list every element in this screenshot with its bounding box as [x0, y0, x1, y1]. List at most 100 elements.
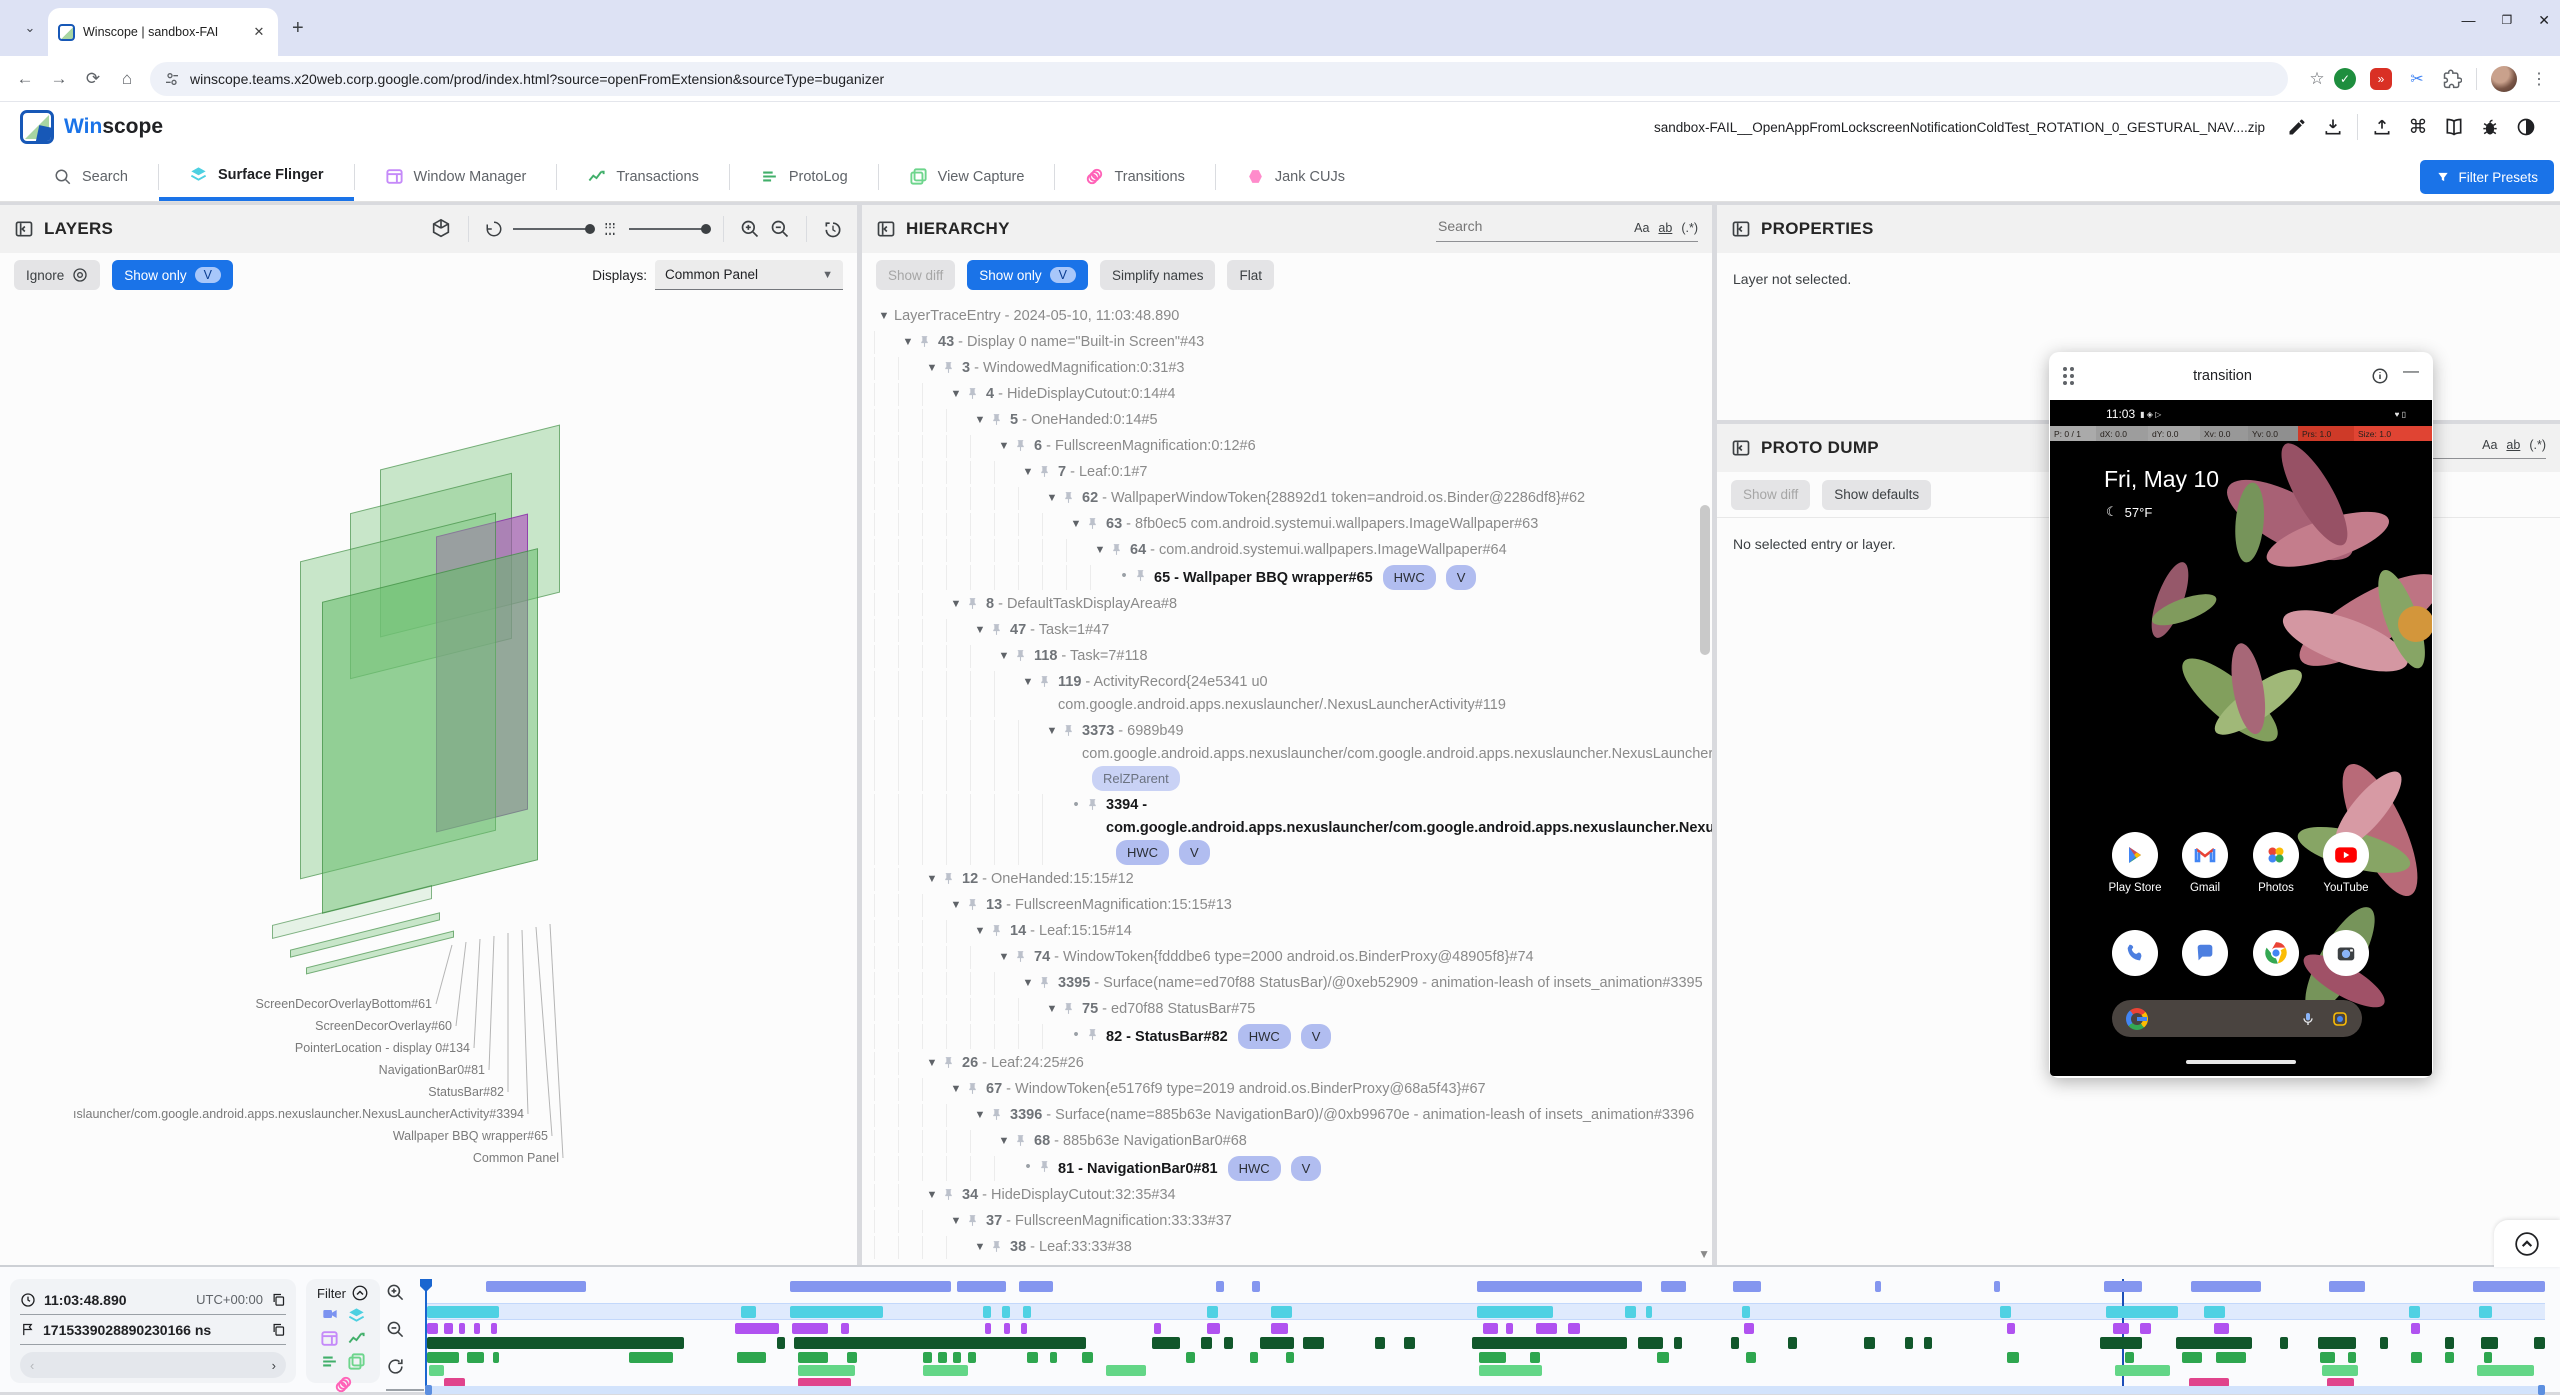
trace-segment-surface-flinger[interactable]	[1477, 1306, 1553, 1318]
pin-icon[interactable]	[1086, 1024, 1106, 1041]
expand-caret-icon[interactable]: ▼	[970, 1104, 990, 1127]
tree-node[interactable]: ▼7 - Leaf:0:1#7	[874, 459, 1708, 485]
trace-segment-protolog[interactable]	[2348, 1352, 2356, 1363]
trace-segment-transactions[interactable]	[427, 1337, 684, 1349]
trace-segment-transactions[interactable]	[2445, 1337, 2453, 1349]
expand-caret-icon[interactable]: ▼	[946, 1210, 966, 1233]
trace-segment-protolog[interactable]	[1530, 1352, 1541, 1363]
trace-segment-screen-recording[interactable]	[2104, 1281, 2142, 1292]
pin-icon[interactable]	[1062, 487, 1082, 504]
trace-segment-protolog[interactable]	[629, 1352, 674, 1363]
pin-icon[interactable]	[1110, 539, 1130, 556]
trace-segment-view-capture[interactable]	[798, 1365, 855, 1376]
expand-caret-icon[interactable]: ▼	[898, 331, 918, 354]
trace-segment-protolog[interactable]	[968, 1352, 976, 1363]
zoom-out-icon[interactable]	[386, 1320, 405, 1339]
show-diff-button[interactable]: Show diff	[1731, 480, 1810, 510]
tree-node[interactable]: ▼3395 - Surface(name=ed70f88 StatusBar)/…	[874, 970, 1708, 996]
timeline-tracks[interactable]	[425, 1267, 2545, 1394]
trace-segment-protolog[interactable]	[2320, 1352, 2335, 1363]
expand-caret-icon[interactable]: ▼	[1042, 720, 1062, 743]
trace-segment-screen-recording[interactable]	[1252, 1281, 1260, 1292]
extensions-puzzle-icon[interactable]	[2442, 69, 2462, 89]
trace-segment-view-capture[interactable]	[923, 1365, 968, 1376]
trace-segment-protolog[interactable]	[1186, 1352, 1194, 1363]
extension-ff-icon[interactable]: »	[2370, 68, 2392, 90]
filter-presets-button[interactable]: Filter Presets	[2420, 160, 2554, 194]
trace-segment-transactions[interactable]	[777, 1337, 785, 1349]
minimize-overlay-icon[interactable]: —	[2403, 363, 2419, 389]
trace-segment-protolog[interactable]	[1657, 1352, 1670, 1363]
expand-caret-icon[interactable]: ▼	[1066, 513, 1086, 536]
tree-node[interactable]: •65 - Wallpaper BBQ wrapper#65HWCV	[874, 563, 1708, 591]
tree-node[interactable]: ▼38 - Leaf:33:33#38	[874, 1234, 1708, 1260]
trace-segment-surface-flinger[interactable]	[2479, 1306, 2492, 1318]
tree-node[interactable]: ▼118 - Task=7#118	[874, 643, 1708, 669]
pin-icon[interactable]	[1038, 1156, 1058, 1173]
trace-segment-transactions[interactable]	[1260, 1337, 1294, 1349]
browser-menu-icon[interactable]: ⋮	[2531, 69, 2548, 89]
pin-icon[interactable]	[1038, 972, 1058, 989]
trace-segment-surface-flinger[interactable]	[2000, 1306, 2011, 1318]
pin-icon[interactable]	[1086, 513, 1106, 530]
pin-icon[interactable]	[942, 868, 962, 885]
tab-protolog[interactable]: ProtoLog	[730, 152, 878, 201]
trace-segment-surface-flinger[interactable]	[1207, 1306, 1218, 1318]
trace-segment-surface-flinger[interactable]	[1002, 1306, 1010, 1318]
trace-segment-view-capture[interactable]	[1479, 1365, 1543, 1376]
trace-segment-transactions[interactable]	[1224, 1337, 1232, 1349]
trace-segment-protolog[interactable]	[427, 1352, 459, 1363]
trace-segment-screen-recording[interactable]	[2473, 1281, 2545, 1292]
lines-icon[interactable]	[320, 1352, 339, 1371]
tree-node[interactable]: ▼3373 - 6989b49 com.google.android.apps.…	[874, 718, 1708, 792]
trace-segment-window-manager[interactable]	[985, 1323, 991, 1334]
trace-segment-protolog[interactable]	[2216, 1352, 2246, 1363]
tree-node[interactable]: ▼43 - Display 0 name="Built-in Screen"#4…	[874, 329, 1708, 355]
trace-segment-protolog[interactable]	[1050, 1352, 1056, 1363]
rings-icon[interactable]	[334, 1375, 353, 1394]
trace-segment-window-manager[interactable]	[1483, 1323, 1498, 1334]
minimize-icon[interactable]: —	[2462, 12, 2476, 28]
trace-segment-window-manager[interactable]	[735, 1323, 780, 1334]
tab-jank-cujs[interactable]: Jank CUJs	[1216, 152, 1375, 201]
tree-node[interactable]: ▼6 - FullscreenMagnification:0:12#6	[874, 433, 1708, 459]
next-entry-icon[interactable]: ›	[272, 1358, 276, 1373]
bug-icon[interactable]	[2472, 112, 2508, 142]
tree-node[interactable]: ▼14 - Leaf:15:15#14	[874, 918, 1708, 944]
trace-segment-screen-recording[interactable]	[2191, 1281, 2261, 1292]
pin-icon[interactable]	[966, 593, 986, 610]
rotation-slider[interactable]	[513, 228, 591, 230]
trace-segment-screen-recording[interactable]	[1733, 1281, 1761, 1292]
trace-segment-transactions[interactable]	[1788, 1337, 1796, 1349]
upload-icon[interactable]	[2364, 112, 2400, 142]
pin-icon[interactable]	[966, 383, 986, 400]
trace-segment-protolog[interactable]	[2411, 1352, 2422, 1363]
trace-segment-surface-flinger[interactable]	[983, 1306, 991, 1318]
trace-segment-screen-recording[interactable]	[2329, 1281, 2365, 1292]
trace-segment-window-manager[interactable]	[1004, 1323, 1010, 1334]
profile-avatar[interactable]	[2491, 66, 2517, 92]
regex-icon[interactable]: (.*)	[2529, 438, 2546, 452]
trace-segment-screen-recording[interactable]	[1477, 1281, 1642, 1292]
reload-icon[interactable]: ⟳	[76, 62, 110, 96]
expand-caret-icon[interactable]: ▼	[994, 946, 1014, 969]
forward-icon[interactable]: →	[42, 62, 76, 96]
trace-segment-transactions[interactable]	[1638, 1337, 1663, 1349]
screenshot-overlay-window[interactable]: transition —	[2049, 352, 2433, 1078]
pin-icon[interactable]	[1134, 565, 1154, 582]
match-case-icon[interactable]: Aa	[1634, 221, 1649, 235]
expand-caret-icon[interactable]: ▼	[946, 1078, 966, 1101]
trace-segment-window-manager[interactable]	[1207, 1323, 1220, 1334]
trace-segment-transactions[interactable]	[1924, 1337, 1932, 1349]
trace-segment-transactions[interactable]	[2318, 1337, 2356, 1349]
edit-icon[interactable]	[2279, 112, 2315, 142]
zoom-in-icon[interactable]	[386, 1283, 405, 1302]
trace-segment-surface-flinger[interactable]	[1625, 1306, 1636, 1318]
spacing-slider[interactable]	[629, 228, 707, 230]
tree-node[interactable]: ▼26 - Leaf:24:25#26	[874, 1050, 1708, 1076]
reset-zoom-icon[interactable]	[386, 1357, 405, 1376]
trace-segment-transactions[interactable]	[1375, 1337, 1386, 1349]
pin-icon[interactable]	[990, 409, 1010, 426]
show-only-button[interactable]: Show only V	[112, 260, 233, 290]
tree-node[interactable]: ▼37 - FullscreenMagnification:33:33#37	[874, 1208, 1708, 1234]
